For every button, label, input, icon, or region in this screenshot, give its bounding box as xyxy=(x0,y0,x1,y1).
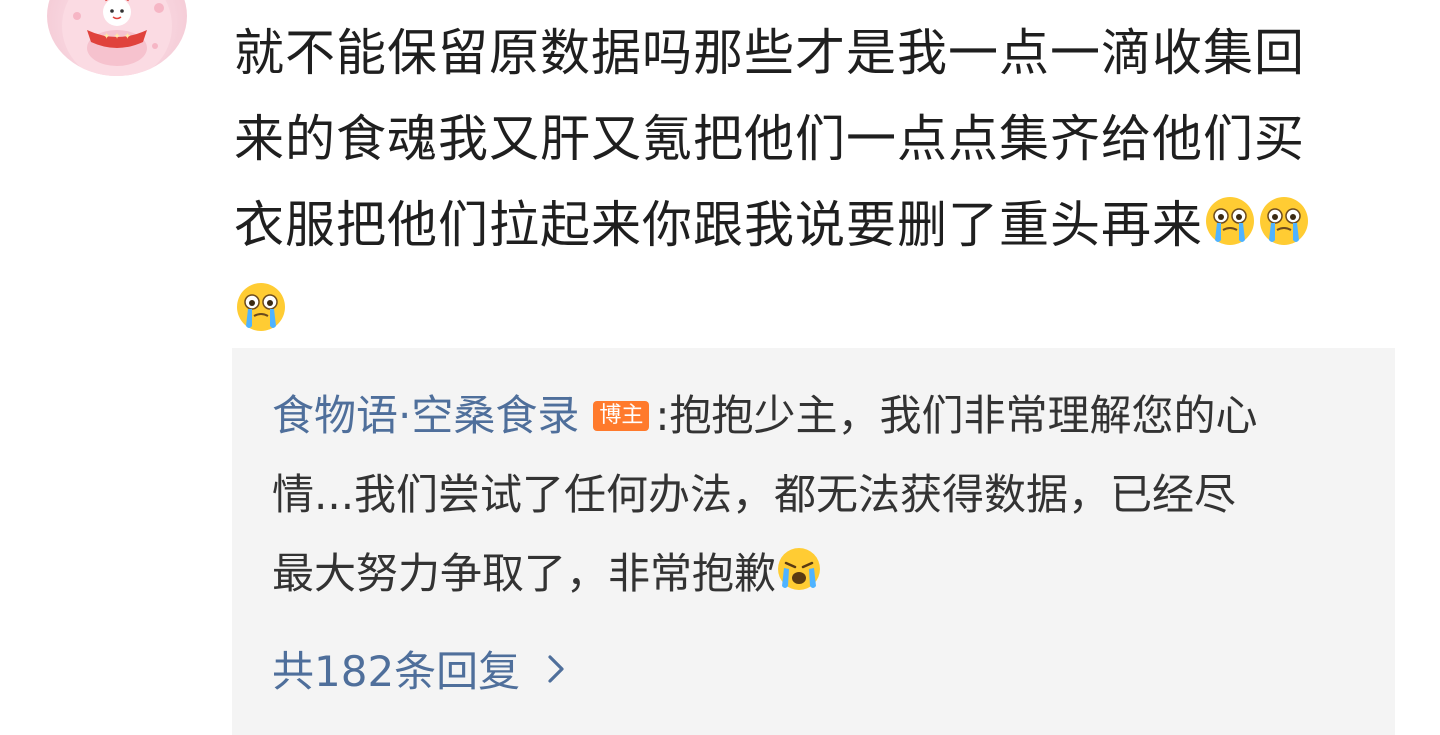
comment-line: 就不能保留原数据吗那些才是我一点一滴收集回 xyxy=(234,24,1305,82)
sobbing-emoji-icon xyxy=(776,546,822,592)
reply-count-label: 共182条回复 xyxy=(272,647,521,696)
reply-author-name[interactable]: 食物语·空桑食录 xyxy=(272,391,579,440)
reply-body: 食物语·空桑食录 博主:抱抱少主，我们非常理解您的心 情...我们尝试了任何办法，… xyxy=(272,376,1372,613)
avatar[interactable]: ✦ ✦ ✦ xyxy=(47,0,187,76)
chevron-right-icon xyxy=(544,652,568,686)
crying-emoji-icon xyxy=(1257,194,1311,248)
comment-line-emoji xyxy=(234,268,1364,354)
comment-body: 就不能保留原数据吗那些才是我一点一滴收集回 来的食魂我又肝又氪把他们一点点集齐给… xyxy=(234,10,1364,354)
avatar-illustration-icon: ✦ ✦ ✦ xyxy=(62,0,172,76)
reply-separator: : xyxy=(655,391,670,440)
reply-line: 情...我们尝试了任何办法，都无法获得数据，已经尽 xyxy=(272,470,1237,519)
reply-line: 食物语·空桑食录 博主:抱抱少主，我们非常理解您的心 xyxy=(272,376,1372,455)
comment-page: ✦ ✦ ✦ 就不能保留原数据吗那些才是我一点一滴收集回 来的食魂我又肝又氪把他们… xyxy=(0,0,1440,735)
reply-panel[interactable]: 食物语·空桑食录 博主:抱抱少主，我们非常理解您的心 情...我们尝试了任何办法，… xyxy=(232,348,1395,735)
reply-text: 抱抱少主，我们非常理解您的心 xyxy=(669,391,1258,440)
view-replies-link[interactable]: 共182条回复 xyxy=(272,638,568,699)
crying-emoji-icon xyxy=(234,280,288,334)
reply-text: 最大努力争取了，非常抱歉 xyxy=(272,549,777,598)
comment-line: 来的食魂我又肝又氪把他们一点点集齐给他们买 xyxy=(234,110,1305,168)
reply-line-with-emoji: 最大努力争取了，非常抱歉 xyxy=(272,534,1372,613)
svg-text:✦ ✦ ✦: ✦ ✦ ✦ xyxy=(103,32,132,42)
comment-line-text: 衣服把他们拉起来你跟我说要删了重头再来 xyxy=(234,196,1203,254)
crying-emoji-icon xyxy=(1203,194,1257,248)
author-badge: 博主 xyxy=(593,401,650,431)
comment-line-with-emoji: 衣服把他们拉起来你跟我说要删了重头再来 xyxy=(234,182,1364,268)
